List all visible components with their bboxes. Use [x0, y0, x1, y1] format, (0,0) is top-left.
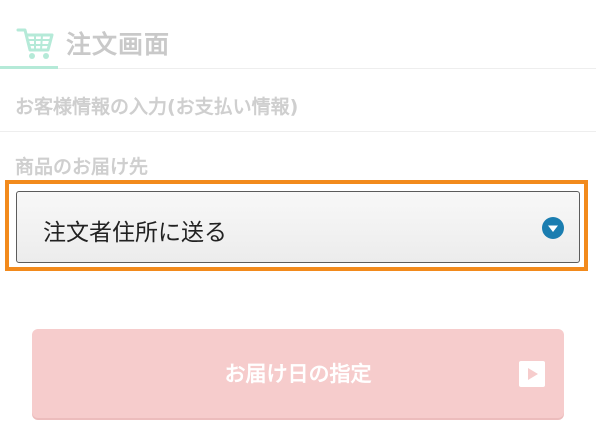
page-title: 注文画面	[66, 30, 171, 59]
delivery-date-button-label: お届け日の指定	[224, 362, 372, 386]
delivery-heading-prefix: 商品の	[15, 156, 73, 178]
delivery-address-selected-value: 注文者住所に送る	[43, 220, 227, 246]
customer-info-heading[interactable]: お客様情報の入力(お支払い情報)	[15, 92, 298, 119]
delivery-heading: 商品のお届け先	[15, 152, 148, 179]
play-icon	[519, 361, 545, 387]
delivery-heading-text: お届け先	[72, 156, 149, 178]
delivery-date-button[interactable]: お届け日の指定	[32, 329, 564, 418]
page-header: 注文画面	[0, 0, 596, 69]
section-divider	[0, 131, 596, 132]
chevron-down-circle-icon	[542, 217, 564, 239]
order-page: 注文画面 お客様情報の入力(お支払い情報) 商品のお届け先 注文者住所に送る お…	[0, 0, 596, 442]
header-accent-line	[0, 66, 58, 69]
shopping-cart-icon	[16, 28, 54, 59]
delivery-address-select[interactable]: 注文者住所に送る	[16, 191, 580, 263]
